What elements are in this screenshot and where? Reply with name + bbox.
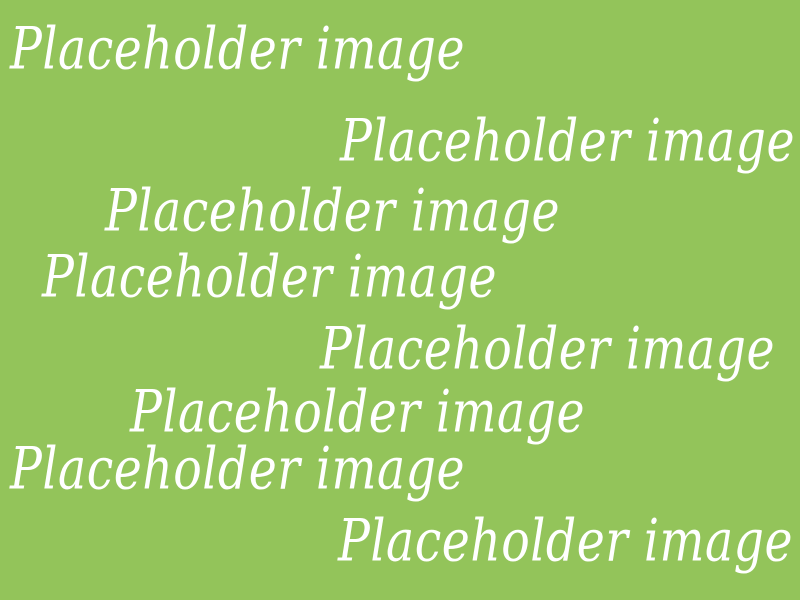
placeholder-text: Placeholder image [105,177,560,245]
placeholder-text: Placeholder image [42,243,497,311]
placeholder-text: Placeholder image [10,435,465,503]
placeholder-text: Placeholder image [340,107,795,175]
placeholder-text: Placeholder image [338,507,793,575]
placeholder-text: Placeholder image [10,15,465,83]
placeholder-text: Placeholder image [130,378,585,446]
placeholder-image: Placeholder image Placeholder image Plac… [0,0,800,600]
placeholder-text: Placeholder image [320,315,775,383]
